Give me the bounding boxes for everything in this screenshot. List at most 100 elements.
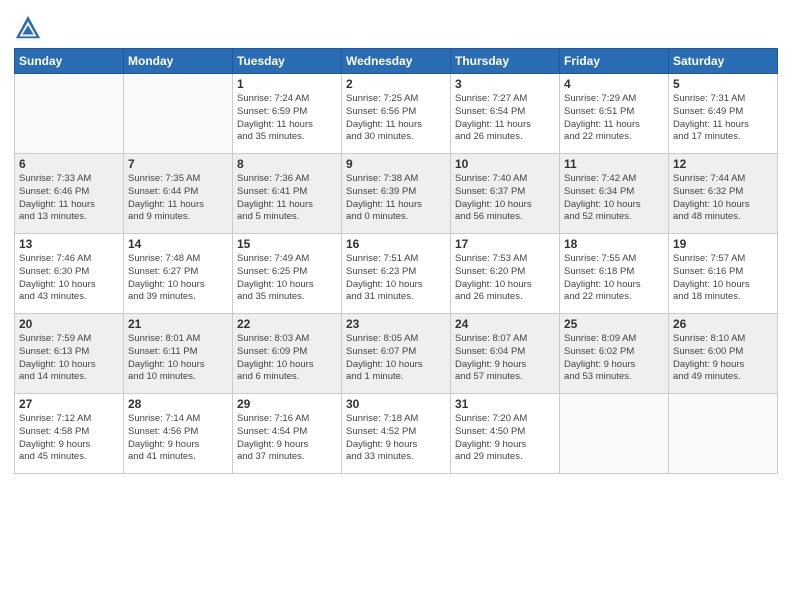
day-number: 19 xyxy=(673,237,773,251)
day-info: Sunrise: 7:20 AM Sunset: 4:50 PM Dayligh… xyxy=(455,413,555,464)
day-info: Sunrise: 7:24 AM Sunset: 6:59 PM Dayligh… xyxy=(237,93,337,144)
day-info: Sunrise: 7:55 AM Sunset: 6:18 PM Dayligh… xyxy=(564,253,664,304)
day-info: Sunrise: 7:59 AM Sunset: 6:13 PM Dayligh… xyxy=(19,333,119,384)
day-number: 7 xyxy=(128,157,228,171)
calendar-cell: 20 Sunrise: 7:59 AM Sunset: 6:13 PM Dayli… xyxy=(15,314,124,394)
calendar-cell: 8 Sunrise: 7:36 AM Sunset: 6:41 PM Daylig… xyxy=(233,154,342,234)
logo xyxy=(14,14,44,42)
header xyxy=(14,10,778,42)
weekday-header-monday: Monday xyxy=(124,49,233,74)
day-number: 25 xyxy=(564,317,664,331)
calendar-cell: 17 Sunrise: 7:53 AM Sunset: 6:20 PM Dayli… xyxy=(451,234,560,314)
calendar-cell: 6 Sunrise: 7:33 AM Sunset: 6:46 PM Daylig… xyxy=(15,154,124,234)
day-number: 12 xyxy=(673,157,773,171)
calendar-cell: 31 Sunrise: 7:20 AM Sunset: 4:50 PM Dayli… xyxy=(451,394,560,474)
calendar-cell: 29 Sunrise: 7:16 AM Sunset: 4:54 PM Dayli… xyxy=(233,394,342,474)
calendar-cell: 3 Sunrise: 7:27 AM Sunset: 6:54 PM Daylig… xyxy=(451,74,560,154)
calendar-cell: 21 Sunrise: 8:01 AM Sunset: 6:11 PM Dayli… xyxy=(124,314,233,394)
main-container: SundayMondayTuesdayWednesdayThursdayFrid… xyxy=(0,0,792,484)
day-number: 22 xyxy=(237,317,337,331)
day-number: 15 xyxy=(237,237,337,251)
day-number: 20 xyxy=(19,317,119,331)
weekday-header-tuesday: Tuesday xyxy=(233,49,342,74)
day-number: 13 xyxy=(19,237,119,251)
weekday-header-wednesday: Wednesday xyxy=(342,49,451,74)
week-row-1: 1 Sunrise: 7:24 AM Sunset: 6:59 PM Daylig… xyxy=(15,74,778,154)
day-info: Sunrise: 7:38 AM Sunset: 6:39 PM Dayligh… xyxy=(346,173,446,224)
day-number: 4 xyxy=(564,77,664,91)
day-number: 17 xyxy=(455,237,555,251)
day-number: 26 xyxy=(673,317,773,331)
day-info: Sunrise: 7:57 AM Sunset: 6:16 PM Dayligh… xyxy=(673,253,773,304)
day-number: 30 xyxy=(346,397,446,411)
day-info: Sunrise: 7:31 AM Sunset: 6:49 PM Dayligh… xyxy=(673,93,773,144)
day-info: Sunrise: 7:27 AM Sunset: 6:54 PM Dayligh… xyxy=(455,93,555,144)
day-number: 16 xyxy=(346,237,446,251)
day-number: 5 xyxy=(673,77,773,91)
day-number: 1 xyxy=(237,77,337,91)
day-number: 28 xyxy=(128,397,228,411)
calendar-cell xyxy=(669,394,778,474)
day-info: Sunrise: 7:53 AM Sunset: 6:20 PM Dayligh… xyxy=(455,253,555,304)
weekday-header-saturday: Saturday xyxy=(669,49,778,74)
day-number: 3 xyxy=(455,77,555,91)
day-number: 23 xyxy=(346,317,446,331)
day-number: 18 xyxy=(564,237,664,251)
day-info: Sunrise: 7:33 AM Sunset: 6:46 PM Dayligh… xyxy=(19,173,119,224)
calendar-cell: 27Sunrise: 7:12 AM Sunset: 4:58 PM Dayli… xyxy=(15,394,124,474)
day-info: Sunrise: 7:42 AM Sunset: 6:34 PM Dayligh… xyxy=(564,173,664,224)
day-number: 11 xyxy=(564,157,664,171)
day-number: 29 xyxy=(237,397,337,411)
day-info: Sunrise: 7:16 AM Sunset: 4:54 PM Dayligh… xyxy=(237,413,337,464)
day-info: Sunrise: 7:25 AM Sunset: 6:56 PM Dayligh… xyxy=(346,93,446,144)
day-info: Sunrise: 8:07 AM Sunset: 6:04 PM Dayligh… xyxy=(455,333,555,384)
day-info: Sunrise: 7:14 AM Sunset: 4:56 PM Dayligh… xyxy=(128,413,228,464)
day-info: Sunrise: 8:05 AM Sunset: 6:07 PM Dayligh… xyxy=(346,333,446,384)
day-number: 10 xyxy=(455,157,555,171)
calendar-table: SundayMondayTuesdayWednesdayThursdayFrid… xyxy=(14,48,778,474)
day-info: Sunrise: 8:10 AM Sunset: 6:00 PM Dayligh… xyxy=(673,333,773,384)
calendar-cell xyxy=(560,394,669,474)
calendar-cell: 19 Sunrise: 7:57 AM Sunset: 6:16 PM Dayli… xyxy=(669,234,778,314)
day-info: Sunrise: 8:01 AM Sunset: 6:11 PM Dayligh… xyxy=(128,333,228,384)
calendar-cell: 12 Sunrise: 7:44 AM Sunset: 6:32 PM Dayli… xyxy=(669,154,778,234)
week-row-5: 27Sunrise: 7:12 AM Sunset: 4:58 PM Dayli… xyxy=(15,394,778,474)
day-number: 2 xyxy=(346,77,446,91)
calendar-cell: 2 Sunrise: 7:25 AM Sunset: 6:56 PM Daylig… xyxy=(342,74,451,154)
day-number: 31 xyxy=(455,397,555,411)
day-info: Sunrise: 7:46 AM Sunset: 6:30 PM Dayligh… xyxy=(19,253,119,304)
day-info: Sunrise: 7:44 AM Sunset: 6:32 PM Dayligh… xyxy=(673,173,773,224)
calendar-cell: 24 Sunrise: 8:07 AM Sunset: 6:04 PM Dayli… xyxy=(451,314,560,394)
calendar-cell: 28 Sunrise: 7:14 AM Sunset: 4:56 PM Dayli… xyxy=(124,394,233,474)
calendar-cell: 25 Sunrise: 8:09 AM Sunset: 6:02 PM Dayli… xyxy=(560,314,669,394)
day-info: Sunrise: 7:48 AM Sunset: 6:27 PM Dayligh… xyxy=(128,253,228,304)
logo-icon xyxy=(14,14,42,42)
calendar-cell: 11 Sunrise: 7:42 AM Sunset: 6:34 PM Dayli… xyxy=(560,154,669,234)
day-info: Sunrise: 8:09 AM Sunset: 6:02 PM Dayligh… xyxy=(564,333,664,384)
calendar-cell: 5 Sunrise: 7:31 AM Sunset: 6:49 PM Daylig… xyxy=(669,74,778,154)
calendar-cell: 9Sunrise: 7:38 AM Sunset: 6:39 PM Daylig… xyxy=(342,154,451,234)
day-number: 21 xyxy=(128,317,228,331)
calendar-cell: 10Sunrise: 7:40 AM Sunset: 6:37 PM Dayli… xyxy=(451,154,560,234)
day-number: 24 xyxy=(455,317,555,331)
weekday-header-friday: Friday xyxy=(560,49,669,74)
week-row-3: 13 Sunrise: 7:46 AM Sunset: 6:30 PM Dayli… xyxy=(15,234,778,314)
calendar-cell: 13 Sunrise: 7:46 AM Sunset: 6:30 PM Dayli… xyxy=(15,234,124,314)
calendar-cell: 15Sunrise: 7:49 AM Sunset: 6:25 PM Dayli… xyxy=(233,234,342,314)
day-number: 8 xyxy=(237,157,337,171)
calendar-cell: 4Sunrise: 7:29 AM Sunset: 6:51 PM Daylig… xyxy=(560,74,669,154)
weekday-header-row: SundayMondayTuesdayWednesdayThursdayFrid… xyxy=(15,49,778,74)
calendar-cell: 30 Sunrise: 7:18 AM Sunset: 4:52 PM Dayli… xyxy=(342,394,451,474)
day-info: Sunrise: 7:18 AM Sunset: 4:52 PM Dayligh… xyxy=(346,413,446,464)
calendar-cell: 18 Sunrise: 7:55 AM Sunset: 6:18 PM Dayli… xyxy=(560,234,669,314)
calendar-cell: 26 Sunrise: 8:10 AM Sunset: 6:00 PM Dayli… xyxy=(669,314,778,394)
day-number: 14 xyxy=(128,237,228,251)
calendar-cell: 22 Sunrise: 8:03 AM Sunset: 6:09 PM Dayli… xyxy=(233,314,342,394)
day-number: 6 xyxy=(19,157,119,171)
calendar-cell: 7Sunrise: 7:35 AM Sunset: 6:44 PM Daylig… xyxy=(124,154,233,234)
day-info: Sunrise: 8:03 AM Sunset: 6:09 PM Dayligh… xyxy=(237,333,337,384)
calendar-cell: 1 Sunrise: 7:24 AM Sunset: 6:59 PM Daylig… xyxy=(233,74,342,154)
day-info: Sunrise: 7:36 AM Sunset: 6:41 PM Dayligh… xyxy=(237,173,337,224)
day-info: Sunrise: 7:12 AM Sunset: 4:58 PM Dayligh… xyxy=(19,413,119,464)
day-info: Sunrise: 7:51 AM Sunset: 6:23 PM Dayligh… xyxy=(346,253,446,304)
